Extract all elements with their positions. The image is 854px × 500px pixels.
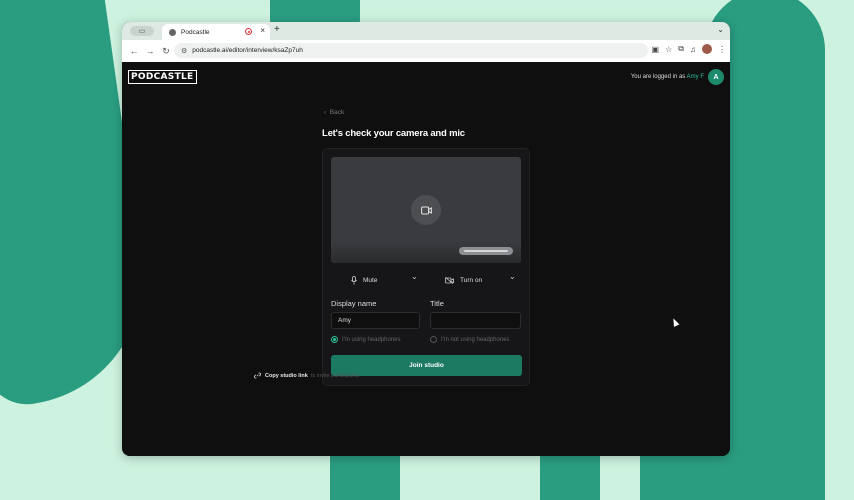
new-tab-button[interactable]: + (274, 24, 280, 35)
radio-selected-icon (331, 336, 338, 343)
camera-options-chevron-icon[interactable]: ⌄ (509, 272, 516, 281)
tab-search-chevron-icon[interactable]: ⌄ (717, 25, 724, 34)
close-tab-icon[interactable]: × (260, 26, 265, 35)
browser-toolbar: ← → ↻ ⚙ podcastle.ai/editor/interview/ks… (122, 40, 730, 63)
copy-studio-link[interactable]: Copy studio link (265, 373, 308, 379)
back-label: Back (329, 109, 345, 116)
camera-icon (411, 195, 441, 225)
site-settings-icon[interactable]: ⚙ (181, 47, 187, 55)
url-text: podcastle.ai/editor/interview/ksaZp7uh (192, 47, 303, 54)
display-name-input[interactable]: Amy (331, 312, 420, 329)
address-bar[interactable]: ⚙ podcastle.ai/editor/interview/ksaZp7uh (174, 43, 648, 58)
login-status: You are logged in as Amy F (631, 74, 704, 80)
tab-podcastle[interactable]: Podcastle × (162, 24, 270, 40)
camera-toggle-label: Turn on (460, 276, 483, 284)
camera-indicator-icon[interactable]: ▣ (652, 45, 660, 54)
chevron-left-icon: ‹ (324, 109, 327, 116)
copy-link-hint: to invite participants (310, 372, 360, 379)
tab-bar: ▭ Podcastle × + ⌄ (122, 22, 730, 40)
title-label: Title (430, 299, 444, 308)
display-name-label: Display name (331, 299, 377, 308)
extensions-icon[interactable]: ⧉ (678, 44, 684, 54)
copy-link-row: Copy studio link to invite participants (254, 372, 359, 379)
radio-unselected-icon (430, 336, 437, 343)
mute-button[interactable]: Mute (351, 272, 377, 288)
tab-title: Podcastle (181, 28, 210, 36)
user-name: Amy F (686, 74, 704, 80)
favicon-icon (169, 28, 176, 36)
login-prefix: You are logged in as (630, 74, 686, 80)
no-headphones-option-label: I'm not using headphones (441, 336, 510, 343)
browser-window: ▭ Podcastle × + ⌄ ← → ↻ ⚙ podcastle.ai/e… (122, 22, 730, 456)
join-studio-button[interactable]: Join studio (331, 355, 522, 376)
link-icon (254, 372, 261, 379)
podcastle-app: PODCASTLE You are logged in as Amy F A ‹… (122, 62, 730, 456)
camera-off-icon (445, 276, 454, 284)
microphone-icon (351, 275, 357, 284)
setup-card: Mute ⌄ Turn on ⌄ Display name Title Amy … (322, 148, 530, 386)
mute-label: Mute (363, 276, 378, 284)
user-avatar[interactable]: A (708, 69, 724, 85)
headphones-option-label: I'm using headphones (342, 336, 401, 343)
forward-arrow-icon[interactable]: → (142, 46, 158, 56)
back-arrow-icon[interactable]: ← (126, 46, 142, 56)
tab-groups-icon[interactable]: ▭ (130, 26, 154, 36)
camera-toggle-button[interactable]: Turn on (445, 272, 482, 288)
podcastle-logo[interactable]: PODCASTLE (128, 70, 197, 84)
reload-icon[interactable]: ↻ (158, 46, 174, 57)
menu-kebab-icon[interactable]: ⋮ (718, 45, 726, 54)
back-link[interactable]: ‹ Back (324, 109, 344, 116)
headphones-option[interactable]: I'm using headphones (331, 336, 401, 343)
no-headphones-option[interactable]: I'm not using headphones (430, 336, 510, 343)
profile-avatar-icon[interactable] (702, 44, 712, 54)
media-control-icon[interactable]: ♫ (690, 45, 696, 54)
camera-preview (331, 157, 521, 263)
mic-level-bar (464, 250, 508, 252)
title-input[interactable] (430, 312, 521, 329)
bookmark-star-icon[interactable]: ☆ (665, 45, 672, 54)
mic-level-meter (459, 247, 513, 255)
mic-options-chevron-icon[interactable]: ⌄ (411, 272, 418, 281)
page-title: Let's check your camera and mic (322, 128, 465, 139)
toolbar-actions: ▣ ☆ ⧉ ♫ ⋮ (652, 44, 726, 54)
recording-icon (245, 28, 252, 35)
